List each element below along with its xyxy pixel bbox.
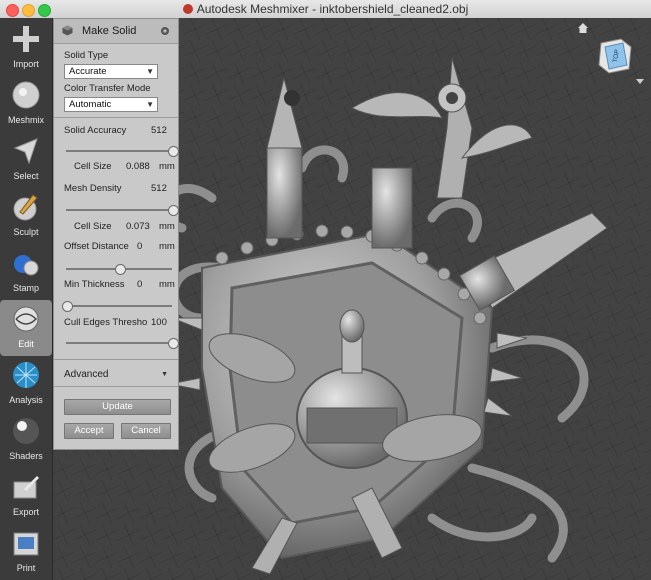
shaders-icon [13, 418, 39, 444]
tool-label: Edit [18, 339, 34, 349]
tool-import[interactable]: Import [0, 20, 52, 76]
solid-accuracy-value[interactable]: 512 [151, 125, 167, 136]
divider [54, 117, 178, 118]
export-icon [13, 475, 40, 499]
cell-size-unit: mm [159, 161, 175, 172]
tool-analysis[interactable]: Analysis [0, 356, 52, 412]
edit-icon [13, 306, 39, 332]
cell-size-value: 0.088 [126, 161, 150, 172]
mesh-density-label: Mesh Density [64, 183, 122, 194]
tool-export[interactable]: Export [0, 468, 52, 524]
cell-size-unit: mm [159, 221, 175, 232]
color-transfer-value: Automatic [69, 99, 112, 110]
offset-distance-label: Offset Distance [64, 241, 129, 252]
window-titlebar: Autodesk Meshmixer - inktobershield_clea… [0, 0, 651, 19]
divider [54, 359, 178, 360]
mesh-density-slider[interactable] [66, 205, 179, 216]
select-arrow-icon [13, 138, 38, 165]
view-menu-chevron-icon[interactable] [636, 79, 644, 85]
analysis-icon [13, 362, 39, 388]
solid-type-label: Solid Type [64, 50, 109, 61]
make-solid-panel: Make Solid Solid Type Accurate ▼ Color T… [53, 18, 179, 450]
tool-label: Select [13, 171, 39, 181]
cull-edges-slider[interactable] [66, 338, 179, 349]
home-view-icon[interactable] [577, 22, 589, 34]
panel-title: Make Solid [82, 25, 137, 37]
slider-thumb[interactable] [168, 205, 179, 216]
cull-edges-value[interactable]: 100 [151, 317, 167, 328]
tool-meshmix[interactable]: Meshmix [0, 76, 52, 132]
tool-print[interactable]: Print [0, 524, 52, 580]
cull-edges-label: Cull Edges Thresho [64, 317, 148, 328]
import-plus-icon [13, 26, 39, 52]
tool-select[interactable]: Select [0, 132, 52, 188]
tool-label: Analysis [9, 395, 43, 405]
gear-icon[interactable] [160, 26, 170, 36]
window-title-container: Autodesk Meshmixer - inktobershield_clea… [0, 2, 651, 16]
solid-cube-icon [62, 25, 73, 36]
update-button[interactable]: Update [64, 399, 171, 415]
view-cube[interactable]: TOP [597, 37, 633, 75]
tool-sculpt[interactable]: Sculpt [0, 188, 52, 244]
min-thickness-slider[interactable] [62, 301, 172, 312]
mesh-density-value[interactable]: 512 [151, 183, 167, 194]
chevron-down-icon: ▼ [146, 100, 154, 109]
tool-label: Import [13, 59, 39, 69]
min-thickness-value[interactable]: 0 [137, 279, 142, 290]
stamp-icon [14, 255, 39, 276]
left-toolbar: Import Meshmix Select Sculpt Stamp Edit [0, 18, 53, 580]
tool-label: Shaders [9, 451, 43, 461]
offset-distance-value[interactable]: 0 [137, 241, 142, 252]
color-transfer-dropdown[interactable]: Automatic ▼ [64, 97, 158, 112]
offset-distance-slider[interactable] [66, 264, 172, 275]
sculpt-brush-icon [13, 194, 38, 221]
cancel-button[interactable]: Cancel [121, 423, 171, 439]
tool-label: Meshmix [7, 115, 44, 125]
slider-thumb[interactable] [168, 146, 179, 157]
cell-size-label: Cell Size [74, 161, 112, 172]
slider-thumb[interactable] [168, 338, 179, 349]
chevron-down-icon[interactable]: ▼ [161, 371, 168, 378]
solid-accuracy-label: Solid Accuracy [64, 125, 127, 136]
solid-type-dropdown[interactable]: Accurate ▼ [64, 64, 158, 79]
tool-stamp[interactable]: Stamp [0, 244, 52, 300]
tool-label: Export [12, 507, 39, 517]
window-title: Autodesk Meshmixer - inktobershield_clea… [196, 2, 469, 16]
advanced-section-toggle[interactable]: Advanced [64, 369, 108, 380]
min-thickness-label: Min Thickness [64, 279, 125, 290]
cell-size-label: Cell Size [74, 221, 112, 232]
tool-label: Sculpt [13, 227, 39, 237]
print-icon [13, 532, 39, 556]
accept-button[interactable]: Accept [64, 423, 114, 439]
solid-type-value: Accurate [69, 66, 107, 77]
divider [54, 386, 178, 387]
tool-label: Stamp [12, 283, 39, 293]
color-transfer-label: Color Transfer Mode [64, 83, 151, 94]
chevron-down-icon: ▼ [146, 67, 154, 76]
slider-thumb[interactable] [115, 264, 126, 275]
solid-accuracy-slider[interactable] [66, 146, 179, 157]
tool-label: Print [16, 563, 36, 573]
slider-thumb[interactable] [62, 301, 73, 312]
tool-edit[interactable]: Edit [0, 300, 52, 356]
min-thickness-unit: mm [159, 279, 175, 290]
panel-header: Make Solid [54, 19, 178, 44]
cell-size-value: 0.073 [126, 221, 150, 232]
meshmix-icon [12, 81, 40, 109]
tool-shaders[interactable]: Shaders [0, 412, 52, 468]
offset-distance-unit: mm [159, 241, 175, 252]
meshmixer-logo-icon [182, 4, 193, 14]
